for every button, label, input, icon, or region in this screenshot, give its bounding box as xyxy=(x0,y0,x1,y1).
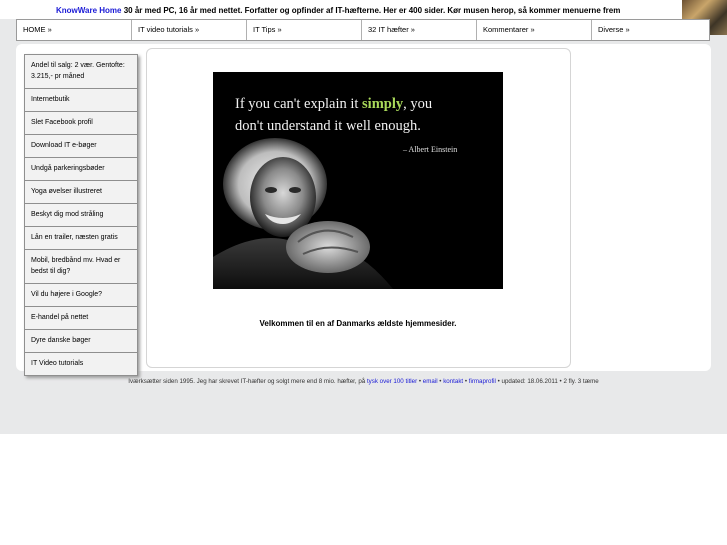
footer: Iværksætter siden 1995. Jeg har skrevet … xyxy=(0,378,727,385)
footer-text: Iværksætter siden 1995. Jeg har skrevet … xyxy=(128,378,366,385)
sidebar-item-internetbutik[interactable]: Internetbutik xyxy=(24,89,138,112)
main-menu: HOME » IT video tutorials » IT Tips » 32… xyxy=(16,19,710,41)
sidebar-item-straaling[interactable]: Beskyt dig mod stråling xyxy=(24,204,138,227)
sidebar-item-video[interactable]: IT Video tutorials xyxy=(24,353,138,376)
sidebar-item-parkering[interactable]: Undgå parkeringsbøder xyxy=(24,158,138,181)
sidebar-item-mobil[interactable]: Mobil, bredbånd mv. Hvad er bedst til di… xyxy=(24,250,138,284)
quote-author: – Albert Einstein xyxy=(403,145,458,154)
menu-item-it-tips[interactable]: IT Tips » xyxy=(247,20,362,40)
sidebar-item-trailer[interactable]: Lån en trailer, næsten gratis xyxy=(24,227,138,250)
sidebar-item-andel[interactable]: Andel til salg: 2 vær. Gentofte: 3.215,-… xyxy=(24,54,138,89)
menu-item-kommentarer[interactable]: Kommentarer » xyxy=(477,20,592,40)
footer-link-kontakt[interactable]: kontakt xyxy=(443,378,463,385)
menu-item-it-video-tutorials[interactable]: IT video tutorials » xyxy=(132,20,247,40)
quote-line-2: don't understand it well enough. xyxy=(235,118,421,134)
footer-link-titles[interactable]: tysk over 100 titler xyxy=(367,378,417,385)
brand-link[interactable]: KnowWare Home xyxy=(56,6,122,15)
footer-updated: • updated: 18.06.2011 • 2 fly. 3 tæme xyxy=(495,378,599,385)
menu-item-diverse[interactable]: Diverse » xyxy=(592,20,707,40)
menu-item-it-haefter[interactable]: 32 IT hæfter » xyxy=(362,20,477,40)
sidebar-item-download[interactable]: Download IT e-bøger xyxy=(24,135,138,158)
menu-item-home[interactable]: HOME » xyxy=(17,20,132,40)
footer-link-email[interactable]: email xyxy=(423,378,438,385)
sidebar-nav: Andel til salg: 2 vær. Gentofte: 3.215,-… xyxy=(24,54,138,376)
welcome-text: Velkommen til en af Danmarks ældste hjem… xyxy=(259,319,457,328)
sidebar-item-facebook[interactable]: Slet Facebook profil xyxy=(24,112,138,135)
sidebar-item-boeger[interactable]: Dyre danske bøger xyxy=(24,330,138,353)
footer-link-firmaprofil[interactable]: firmaprofil xyxy=(469,378,496,385)
einstein-quote-image: If you can't explain it simply, you don'… xyxy=(213,72,503,289)
header-tagline: KnowWare Home 30 år med PC, 16 år med ne… xyxy=(56,6,620,15)
tagline-text: 30 år med PC, 16 år med nettet. Forfatte… xyxy=(123,6,621,15)
sidebar-item-google[interactable]: Vil du højere i Google? xyxy=(24,284,138,307)
quote-line-1: If you can't explain it simply, you xyxy=(235,96,433,112)
sidebar-item-ehandel[interactable]: E-handel på nettet xyxy=(24,307,138,330)
sidebar-item-yoga[interactable]: Yoga øvelser illustreret xyxy=(24,181,138,204)
